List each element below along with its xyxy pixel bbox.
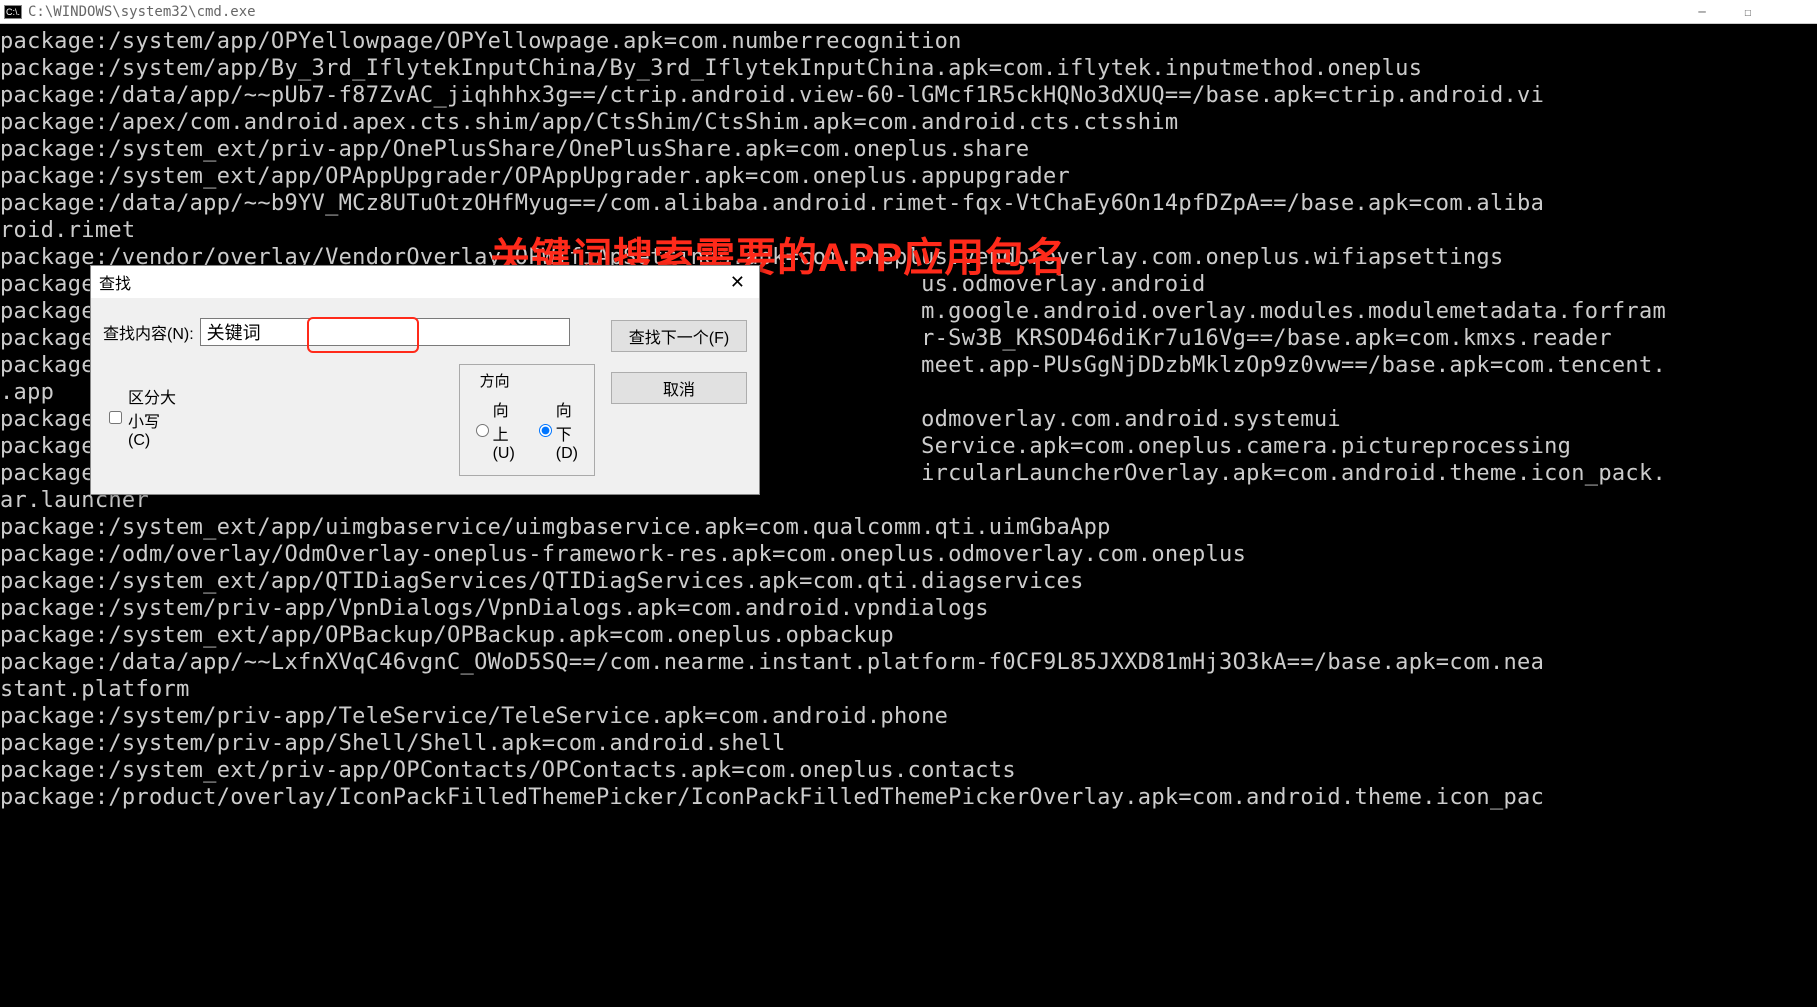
find-input[interactable]	[200, 318, 570, 346]
titlebar: C:\. C:\WINDOWS\system32\cmd.exe ─ ☐	[0, 0, 1817, 24]
cancel-button[interactable]: 取消	[611, 372, 747, 404]
terminal-output: package:/system/app/OPYellowpage/OPYello…	[0, 24, 1817, 1007]
radio-up[interactable]	[476, 424, 489, 437]
matchcase-checkbox[interactable]	[109, 411, 122, 424]
matchcase-label[interactable]: 区分大小写(C)	[128, 384, 179, 450]
find-dialog: 查找 ✕ 查找内容(N): 区分大小写(C) 方向 向上(U)	[90, 265, 760, 495]
window-controls: ─ ☐	[1679, 0, 1817, 24]
radio-up-label[interactable]: 向上(U)	[476, 397, 515, 463]
minimize-button[interactable]: ─	[1679, 0, 1725, 24]
maximize-button[interactable]: ☐	[1725, 0, 1771, 24]
radio-down-text: 向下(D)	[556, 397, 578, 463]
window-title: C:\WINDOWS\system32\cmd.exe	[28, 4, 256, 20]
cmd-icon: C:\.	[4, 5, 22, 19]
close-icon[interactable]: ✕	[724, 272, 751, 293]
close-button[interactable]	[1771, 0, 1817, 24]
radio-down-label[interactable]: 向下(D)	[539, 397, 578, 463]
find-dialog-title: 查找	[99, 270, 131, 294]
find-next-button[interactable]: 查找下一个(F)	[611, 320, 747, 352]
find-dialog-titlebar[interactable]: 查找 ✕	[91, 266, 759, 298]
direction-group: 方向 向上(U) 向下(D)	[459, 364, 595, 476]
direction-group-title: 方向	[476, 370, 514, 391]
radio-up-text: 向上(U)	[493, 397, 515, 463]
find-content-label: 查找内容(N):	[103, 320, 194, 344]
radio-down[interactable]	[539, 424, 552, 437]
